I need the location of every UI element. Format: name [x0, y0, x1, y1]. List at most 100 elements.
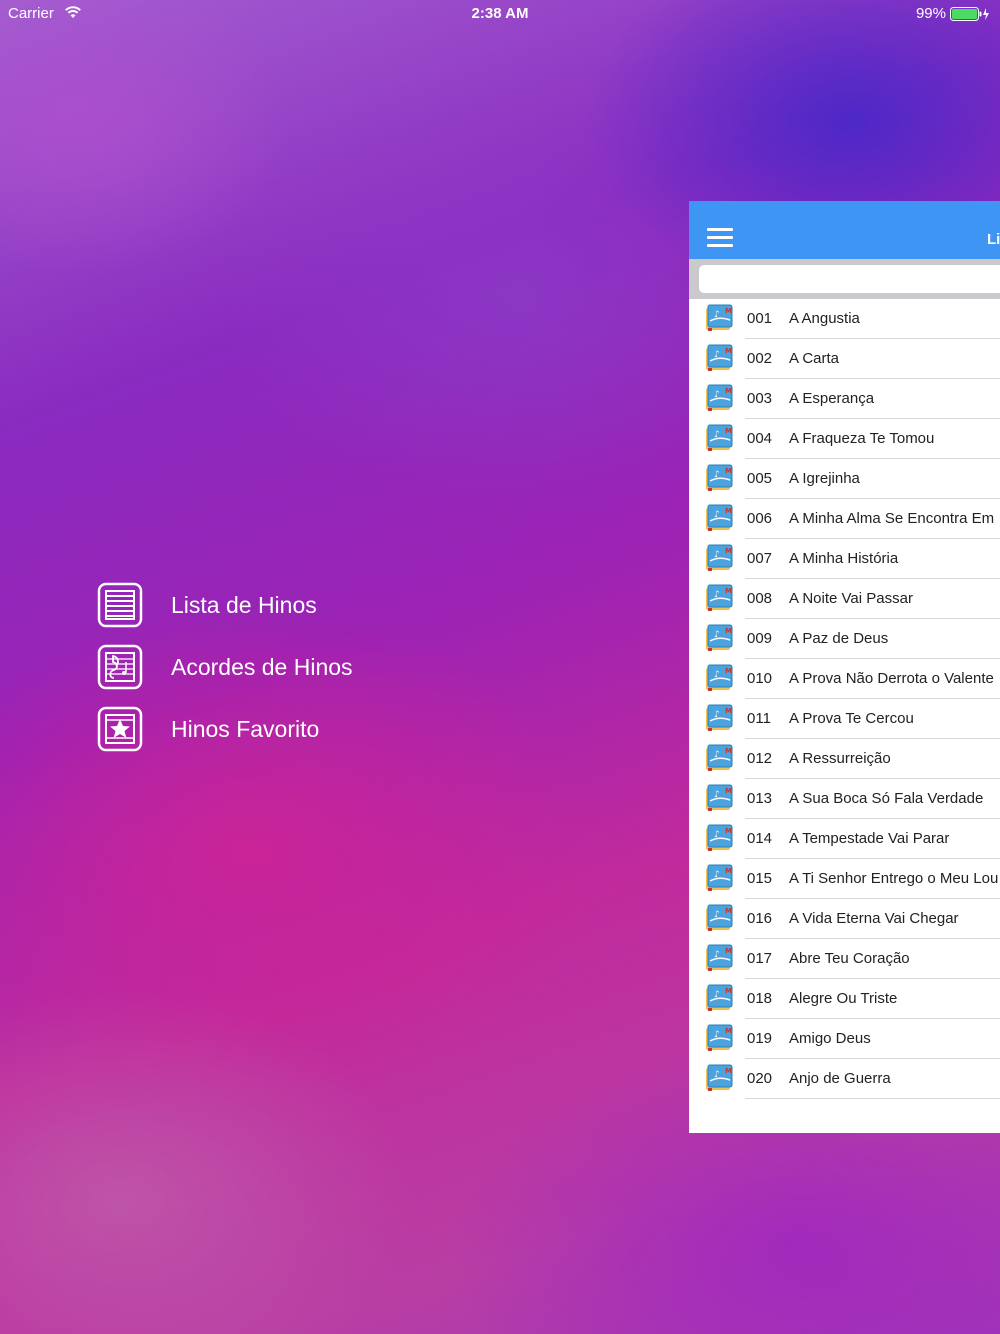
hymn-title: A Vida Eterna Vai Chegar: [789, 910, 959, 927]
hymn-title: A Carta: [789, 350, 840, 367]
svg-text:M: M: [725, 867, 732, 875]
hymn-book-icon: ♪ M: [705, 664, 733, 692]
hymn-list[interactable]: ♪ M 001 A Angustia ♪ M 002 A Carta ♪ M 003 A Espera…: [689, 299, 1000, 1121]
svg-text:M: M: [725, 707, 732, 715]
hymn-list-item[interactable]: ♪ M 015 A Ti Senhor Entrego o Meu Lou: [689, 859, 1000, 899]
hymn-book-icon: ♪ M: [705, 624, 733, 652]
status-time: 2:38 AM: [471, 5, 529, 22]
hymn-book-icon: ♪ M: [705, 1024, 733, 1052]
hymn-title: A Prova Não Derrota o Valente: [789, 670, 994, 687]
navigation-bar: Li: [689, 201, 1000, 259]
hymn-book-icon: ♪ M: [705, 824, 733, 852]
menu-label: Acordes de Hinos: [171, 653, 353, 680]
hymn-number: 011: [747, 710, 771, 727]
hymn-number: 008: [747, 590, 773, 607]
menu-label: Hinos Favorito: [171, 715, 320, 742]
hymn-number: 010: [747, 670, 773, 687]
hymn-book-icon: ♪ M: [705, 424, 733, 452]
hymn-book-icon: ♪ M: [705, 864, 733, 892]
hymn-list-item[interactable]: ♪ M 003 A Esperança: [689, 379, 1000, 419]
hymn-list-item[interactable]: ♪ M 020 Anjo de Guerra: [689, 1059, 1000, 1099]
hymn-list-item[interactable]: ♪ M 002 A Carta: [689, 339, 1000, 379]
hymn-title: A Minha Alma Se Encontra Em: [789, 510, 995, 527]
hymn-title: A Ressurreição: [789, 750, 891, 767]
hymn-number: 016: [747, 910, 773, 927]
hymn-list-item[interactable]: ♪ M 006 A Minha Alma Se Encontra Em: [689, 499, 1000, 539]
hymn-book-icon: ♪ M: [705, 464, 733, 492]
hymn-number: 003: [747, 390, 773, 407]
hymn-list-item[interactable]: ♪ M 004 A Fraqueza Te Tomou: [689, 419, 1000, 459]
hymn-title: A Igrejinha: [789, 470, 860, 487]
svg-text:M: M: [725, 747, 732, 755]
hymn-list-item[interactable]: ♪ M 011 A Prova Te Cercou: [689, 699, 1000, 739]
hymn-title: A Sua Boca Só Fala Verdade: [789, 790, 984, 807]
hymn-list-item[interactable]: ♪ M 008 A Noite Vai Passar: [689, 579, 1000, 619]
svg-text:M: M: [725, 947, 732, 955]
svg-text:M: M: [725, 1067, 732, 1075]
hymn-list-item[interactable]: ♪ M 010 A Prova Não Derrota o Valente: [689, 659, 1000, 699]
svg-text:M: M: [725, 467, 732, 475]
hymn-number: 004: [747, 430, 773, 447]
svg-text:M: M: [725, 827, 732, 835]
hymn-title: Anjo de Guerra: [789, 1070, 891, 1087]
hymn-number: 007: [747, 550, 773, 567]
battery-charging-icon: [950, 7, 989, 21]
hymn-list-item[interactable]: ♪ M 012 A Ressurreição: [689, 739, 1000, 779]
hymn-title: A Minha História: [789, 550, 899, 567]
svg-text:M: M: [725, 787, 732, 795]
hymn-list-item[interactable]: ♪ M 019 Amigo Deus: [689, 1019, 1000, 1059]
status-bar: Carrier 2:38 AM 99%: [0, 0, 1000, 28]
hymn-list-item[interactable]: ♪ M 017 Abre Teu Coração: [689, 939, 1000, 979]
hymn-book-icon: ♪ M: [705, 984, 733, 1012]
hymn-number: 005: [747, 470, 773, 487]
svg-text:M: M: [725, 347, 732, 355]
search-input[interactable]: [699, 265, 1000, 293]
hymn-title: Abre Teu Coração: [789, 950, 910, 967]
hymn-list-item[interactable]: ♪ M 018 Alegre Ou Triste: [689, 979, 1000, 1019]
hymn-list-item[interactable]: ♪ M 013 A Sua Boca Só Fala Verdade: [689, 779, 1000, 819]
star-icon: [97, 706, 143, 752]
svg-text:M: M: [725, 627, 732, 635]
hymn-title: A Esperança: [789, 390, 875, 407]
hymn-title: Amigo Deus: [789, 1030, 871, 1047]
hymn-list-item[interactable]: ♪ M 009 A Paz de Deus: [689, 619, 1000, 659]
hymn-number: 019: [747, 1030, 773, 1047]
hymn-list-panel: Li ♪ M 001 A Angustia ♪ M 002 A Carta ♪ M 003 A Esp…: [689, 201, 1000, 1133]
hymn-list-item[interactable]: ♪ M 007 A Minha História: [689, 539, 1000, 579]
hymn-book-icon: ♪ M: [705, 504, 733, 532]
hymn-number: 020: [747, 1070, 773, 1087]
menu-item-hinos-favorito[interactable]: Hinos Favorito: [97, 706, 353, 752]
svg-text:M: M: [725, 547, 732, 555]
svg-text:M: M: [725, 507, 732, 515]
svg-text:M: M: [725, 587, 732, 595]
hymn-number: 006: [747, 510, 773, 527]
hymn-list-item[interactable]: ♪ M 005 A Igrejinha: [689, 459, 1000, 499]
hymn-title: A Ti Senhor Entrego o Meu Lou: [789, 870, 999, 887]
hymn-book-icon: ♪ M: [705, 744, 733, 772]
battery-percent: 99%: [915, 5, 946, 22]
hymn-book-icon: ♪ M: [705, 704, 733, 732]
svg-text:M: M: [725, 667, 732, 675]
hymn-book-icon: ♪ M: [705, 384, 733, 412]
svg-text:M: M: [725, 907, 732, 915]
svg-text:M: M: [725, 387, 732, 395]
hymn-list-item[interactable]: ♪ M 014 A Tempestade Vai Parar: [689, 819, 1000, 859]
svg-text:M: M: [725, 1027, 732, 1035]
hymn-number: 012: [747, 750, 773, 767]
hymn-number: 015: [747, 870, 773, 887]
hymn-title: A Prova Te Cercou: [789, 710, 914, 727]
side-menu: Lista de Hinos Acordes de Hinos Hinos Fa…: [97, 582, 353, 768]
hymn-number: 013: [747, 790, 773, 807]
menu-item-acordes-de-hinos[interactable]: Acordes de Hinos: [97, 644, 353, 690]
list-icon: [97, 582, 143, 628]
hymn-number: 018: [747, 990, 773, 1007]
sheet-music-icon: [97, 644, 143, 690]
svg-text:M: M: [725, 307, 732, 315]
menu-label: Lista de Hinos: [171, 591, 317, 618]
hamburger-menu-icon[interactable]: [707, 228, 733, 248]
hymn-title: A Noite Vai Passar: [789, 590, 913, 607]
hymn-list-item[interactable]: ♪ M 001 A Angustia: [689, 299, 1000, 339]
hymn-list-item[interactable]: ♪ M 016 A Vida Eterna Vai Chegar: [689, 899, 1000, 939]
row-divider: [745, 1098, 1000, 1099]
menu-item-lista-de-hinos[interactable]: Lista de Hinos: [97, 582, 353, 628]
